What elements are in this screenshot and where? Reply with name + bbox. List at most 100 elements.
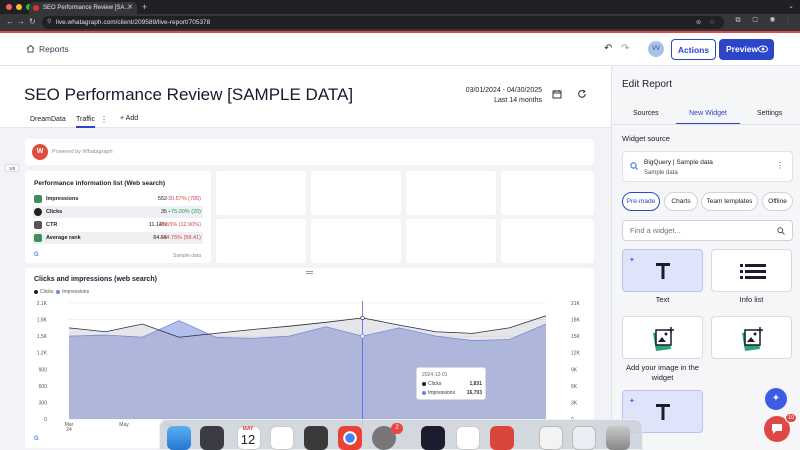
browser-tabbar: SEO Performance Review [SA… ✕ + ⌄ <box>0 0 800 14</box>
chip-team-templates[interactable]: Team templates <box>701 192 758 211</box>
ai-assistant-button[interactable]: ✦ <box>765 388 787 410</box>
breadcrumb-reports[interactable]: Reports <box>39 44 69 54</box>
address-bar-actions[interactable]: ⊕ ☆ <box>696 16 718 29</box>
notes-app-icon[interactable] <box>270 426 294 450</box>
page-title[interactable]: SEO Performance Review [SAMPLE DATA] <box>24 85 353 105</box>
widget-search-input[interactable] <box>622 220 793 241</box>
tab-settings[interactable]: Settings <box>757 110 782 117</box>
chat-icon <box>772 424 782 434</box>
calendar-day: 12 <box>240 432 256 447</box>
close-window-button[interactable] <box>6 4 12 10</box>
info-list-icon <box>740 264 766 279</box>
preview-button[interactable]: Preview <box>719 39 774 60</box>
extensions-icon[interactable]: ⧉ ▢ ◉ ⋮ <box>736 17 794 25</box>
list-item: Impressions 552 -30.57% (795) <box>33 193 203 205</box>
screenshot-app-icon[interactable] <box>304 426 328 450</box>
chip-charts[interactable]: Charts <box>664 192 698 211</box>
screenshot-preview-icon[interactable] <box>572 426 596 450</box>
tooltip-impressions-value: 16,703 <box>466 390 482 396</box>
reload-icon[interactable]: ↻ <box>29 17 36 27</box>
linear-app-icon[interactable] <box>421 426 445 450</box>
tab-dreamdata[interactable]: DreamData <box>30 116 66 123</box>
bigquery-icon <box>630 162 638 170</box>
chip-pre-made[interactable]: Pre-made <box>622 192 660 211</box>
empty-widget-slot[interactable] <box>311 171 401 215</box>
tooltip-clicks-label: Clicks <box>428 381 442 387</box>
refresh-icon[interactable] <box>577 89 587 99</box>
source-selector[interactable]: BigQuery | Sample data Sample data ⋮ <box>622 151 793 182</box>
site-info-icon[interactable]: ⚲ <box>47 16 51 29</box>
page-options-icon[interactable]: ⋮ <box>100 115 108 124</box>
launchpad-app-icon[interactable] <box>200 426 224 450</box>
new-tab-icon[interactable]: + <box>142 2 147 12</box>
tab-title: SEO Performance Review [SA… <box>43 5 131 11</box>
widget-tile-text[interactable]: ✦ <box>622 249 703 292</box>
tooltip-row-clicks: Clicks 1,831 <box>422 381 482 387</box>
redo-icon[interactable]: ↷ <box>621 43 629 54</box>
widget-tile-image[interactable] <box>622 316 703 359</box>
trash-icon[interactable] <box>606 426 630 450</box>
performance-list-widget[interactable]: Performance information list (Web search… <box>25 171 211 263</box>
empty-widget-slot[interactable] <box>311 219 401 263</box>
widget-label-info-list: Info list <box>739 295 764 304</box>
report-canvas: SEO Performance Review [SAMPLE DATA] 03/… <box>0 66 611 450</box>
chip-offline[interactable]: Offline <box>762 192 793 211</box>
list-item: Average rank 84.55 +44.75% (58.41) <box>33 232 203 244</box>
empty-widget-slot[interactable] <box>406 219 496 263</box>
panel-tabs: Sources New Widget Settings <box>612 103 800 125</box>
y-right-tick-label: 6K <box>571 384 578 390</box>
metric-change: +75.00% (20) <box>167 209 201 215</box>
tab-new-widget[interactable]: New Widget <box>676 110 740 124</box>
google-icon: G <box>34 252 39 258</box>
widget-tile-info-list[interactable] <box>711 249 792 292</box>
y-right-tick-label: 21K <box>571 301 581 307</box>
widget-title: Performance information list (Web search… <box>34 180 165 187</box>
vpn-app-icon[interactable] <box>490 426 514 450</box>
widget-tile-image-2[interactable] <box>711 316 792 359</box>
forward-arrow-icon[interactable]: → <box>17 17 25 27</box>
y-left-tick-label: 0 <box>44 417 47 423</box>
add-page-button[interactable]: + Add <box>120 115 138 122</box>
address-bar[interactable]: ⚲ live.whatagraph.com/client/209589/live… <box>42 16 724 29</box>
empty-widget-slot[interactable] <box>501 219 594 263</box>
powered-by-text: Powered by Whatagraph <box>52 149 113 155</box>
page-indicator: 1/6 <box>5 164 19 172</box>
tab-sources[interactable]: Sources <box>633 110 659 117</box>
empty-widget-slot[interactable] <box>216 171 306 215</box>
finder-app-icon[interactable] <box>167 426 191 450</box>
widget-source-label: Widget source <box>622 134 670 143</box>
metric-label: CTR <box>46 222 58 228</box>
more-options-icon[interactable]: ⋮ <box>776 161 784 170</box>
chrome-app-icon[interactable] <box>338 426 362 450</box>
slack-app-icon[interactable] <box>456 426 480 450</box>
close-icon[interactable]: ✕ <box>127 2 133 14</box>
empty-widget-slot[interactable] <box>406 171 496 215</box>
chevron-down-icon[interactable]: ⌄ <box>788 2 794 10</box>
x-tick-label-year: 24 <box>66 427 72 433</box>
metric-value: 35 <box>160 209 167 215</box>
browser-tab[interactable]: SEO Performance Review [SA… ✕ <box>29 2 137 14</box>
tab-traffic[interactable]: Traffic <box>76 116 96 128</box>
y-right-tick-label: 12K <box>571 351 581 357</box>
home-icon[interactable] <box>26 44 35 53</box>
undo-icon[interactable]: ↶ <box>604 43 612 54</box>
actions-button[interactable]: Actions <box>671 39 716 60</box>
x-tick-label: May <box>119 422 129 428</box>
impressions-point <box>360 333 365 339</box>
empty-widget-slot[interactable] <box>501 171 594 215</box>
date-range-display[interactable]: 03/01/2024 - 04/30/2025 Last 14 months <box>440 86 542 106</box>
back-arrow-icon[interactable]: ← <box>6 17 14 27</box>
empty-widget-slot[interactable] <box>216 219 306 263</box>
y-right-tick-label: 9K <box>571 367 578 373</box>
y-left-tick-label: 1.5K <box>37 334 48 340</box>
minimize-window-button[interactable] <box>16 4 22 10</box>
source-subtitle: Sample data <box>644 170 678 176</box>
tooltip-clicks-swatch <box>422 381 426 386</box>
clicks-point <box>360 315 365 321</box>
document-preview-icon[interactable] <box>539 426 563 450</box>
impressions-icon <box>34 195 42 203</box>
source-name: BigQuery | Sample data <box>644 159 713 166</box>
avatar[interactable]: VV <box>648 41 664 57</box>
y-right-tick-label: 18K <box>571 318 581 324</box>
calendar-icon[interactable] <box>552 89 562 99</box>
